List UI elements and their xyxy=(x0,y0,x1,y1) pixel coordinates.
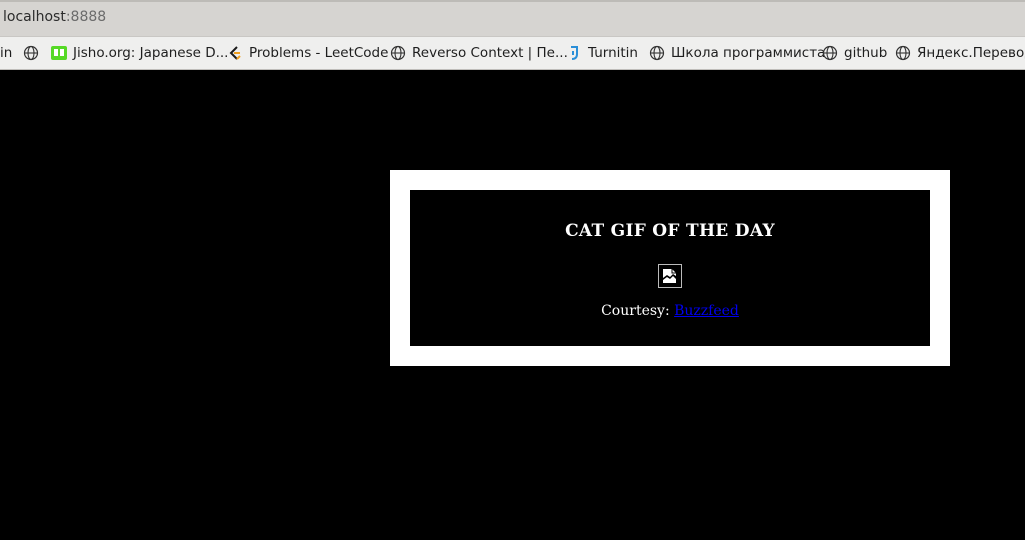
url-text[interactable]: localhost:8888 xyxy=(3,9,106,25)
bookmark-turnitin[interactable]: Turnitin xyxy=(566,37,638,69)
globe-icon xyxy=(895,45,911,61)
bookmark-jisho[interactable]: Jisho.org: Japanese D... xyxy=(51,37,228,69)
bookmark-label: Jisho.org: Japanese D... xyxy=(73,45,229,61)
bookmark-label: Яндекс.Переводч xyxy=(917,45,1025,61)
bookmarks-bar: in Jisho.org: Japanese D... Problems - L… xyxy=(0,36,1025,70)
bookmark-globe[interactable] xyxy=(23,37,45,69)
courtesy-line: Courtesy: Buzzfeed xyxy=(410,303,930,319)
card-frame: CAT GIF OF THE DAY Courtesy: Buzzfeed xyxy=(390,170,950,366)
bookmark-github[interactable]: github xyxy=(822,37,887,69)
broken-image-icon xyxy=(658,264,682,288)
bookmark-label: in xyxy=(0,45,13,61)
bookmark-leetcode[interactable]: Problems - LeetCode xyxy=(227,37,388,69)
bookmark-reverso[interactable]: Reverso Context | Пе... xyxy=(390,37,568,69)
jisho-icon xyxy=(51,46,67,60)
leetcode-icon xyxy=(229,46,241,60)
page-title: CAT GIF OF THE DAY xyxy=(565,221,775,241)
url-bar[interactable]: localhost:8888 xyxy=(0,0,1025,36)
bookmark-shkola[interactable]: Школа программиста xyxy=(649,37,825,69)
bookmark-label: Школа программиста xyxy=(671,45,826,61)
bookmark-label: Reverso Context | Пе... xyxy=(412,45,568,61)
globe-icon xyxy=(390,45,406,61)
courtesy-label: Courtesy: xyxy=(601,303,675,319)
card: CAT GIF OF THE DAY Courtesy: Buzzfeed xyxy=(410,190,930,346)
buzzfeed-link[interactable]: Buzzfeed xyxy=(674,303,739,319)
bookmark-label: Problems - LeetCode xyxy=(249,45,389,61)
bookmark-label: Turnitin xyxy=(588,45,638,61)
turnitin-icon xyxy=(571,46,578,60)
bookmark-in[interactable]: in xyxy=(0,37,12,69)
page-viewport: CAT GIF OF THE DAY Courtesy: Buzzfeed xyxy=(0,70,1025,540)
bookmark-label: github xyxy=(844,45,888,61)
bookmark-yandex[interactable]: Яндекс.Переводч xyxy=(895,37,1025,69)
globe-icon xyxy=(822,45,838,61)
url-port: :8888 xyxy=(65,9,107,25)
globe-icon xyxy=(649,45,665,61)
globe-icon xyxy=(23,45,39,61)
url-host: localhost xyxy=(3,9,66,25)
